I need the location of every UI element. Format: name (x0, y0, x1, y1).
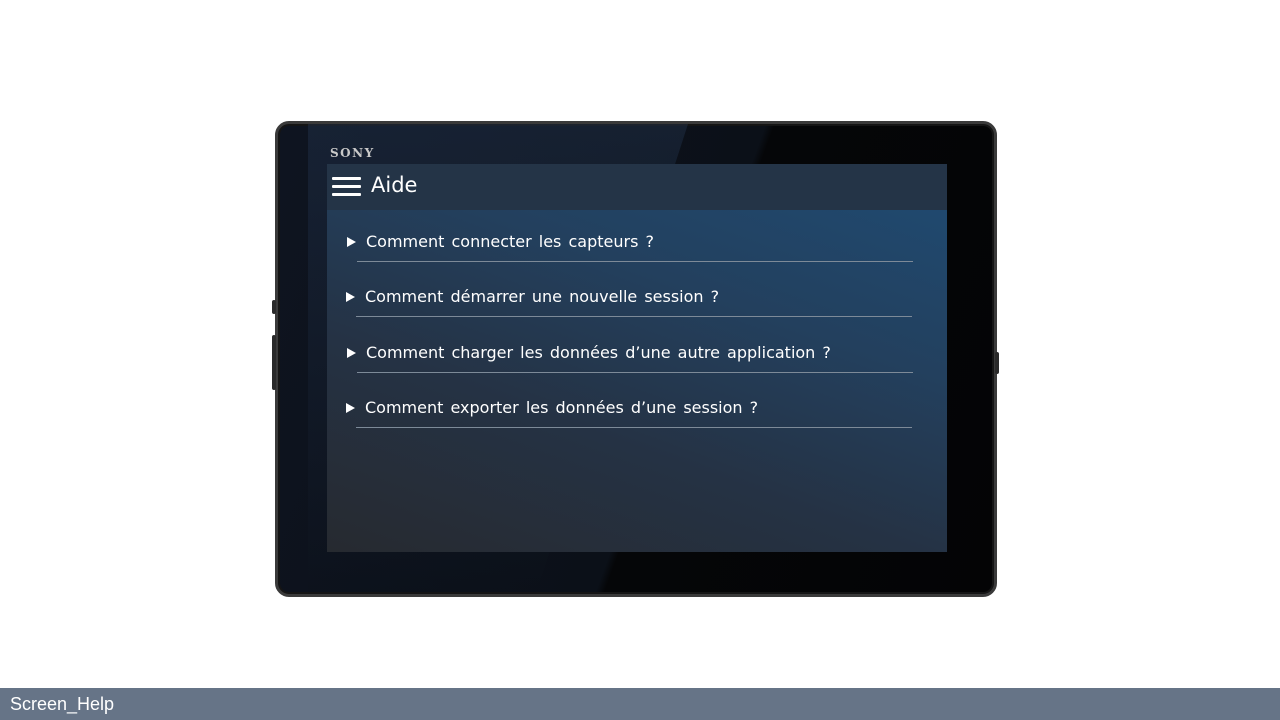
app-bar: Aide (327, 164, 947, 210)
faq-item-load-data[interactable]: Comment charger les données d’une autre … (347, 339, 917, 373)
faq-question: Comment connecter les capteurs ? (366, 232, 654, 251)
divider (357, 261, 913, 262)
faq-item-export-data[interactable]: Comment exporter les données d’une sessi… (346, 394, 916, 428)
screen-name-bar: Screen_Help (0, 688, 1280, 720)
faq-question: Comment exporter les données d’une sessi… (365, 398, 759, 417)
expand-triangle-icon (346, 403, 355, 413)
tablet-side-button (272, 300, 276, 314)
brand-logo: SONY (330, 146, 375, 160)
faq-item-connect-sensors[interactable]: Comment connecter les capteurs ? (347, 228, 917, 262)
expand-triangle-icon (347, 237, 356, 247)
slide: SONY Aide Comment connecter les capteurs… (0, 0, 1280, 720)
divider (356, 316, 912, 317)
divider (356, 427, 912, 428)
tablet-side-button (272, 335, 276, 390)
hamburger-menu-icon[interactable] (332, 177, 361, 198)
faq-question: Comment démarrer une nouvelle session ? (365, 287, 720, 306)
expand-triangle-icon (346, 292, 355, 302)
page-title: Aide (371, 173, 418, 197)
faq-question: Comment charger les données d’une autre … (366, 343, 831, 362)
faq-item-new-session[interactable]: Comment démarrer une nouvelle session ? (346, 283, 916, 317)
divider (357, 372, 913, 373)
tablet-screen: Aide Comment connecter les capteurs ? Co… (327, 164, 947, 552)
screen-name-label: Screen_Help (10, 694, 115, 714)
expand-triangle-icon (347, 348, 356, 358)
tablet-side-button (995, 352, 999, 374)
